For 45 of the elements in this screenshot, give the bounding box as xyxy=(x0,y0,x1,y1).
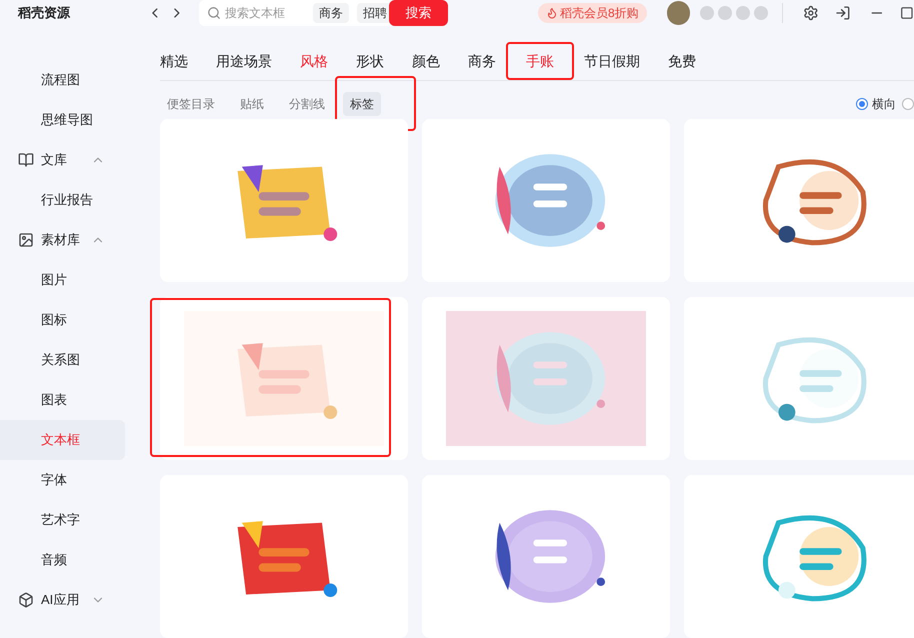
sidebar-item[interactable]: 关系图 xyxy=(0,340,125,380)
template-card[interactable] xyxy=(684,119,914,282)
sidebar-item[interactable]: 流程图 xyxy=(0,60,125,100)
sidebar-item[interactable]: 音频 xyxy=(0,540,125,580)
sidebar-item[interactable]: 图标 xyxy=(0,300,125,340)
settings-icon[interactable] xyxy=(803,5,819,21)
sidebar-item[interactable]: 图片 xyxy=(0,260,125,300)
sidebar-group[interactable]: AI应用 xyxy=(0,580,125,620)
category-tab[interactable]: 风格 xyxy=(286,42,342,80)
sidebar-item[interactable]: 字体 xyxy=(0,460,125,500)
search-field[interactable]: 搜索文本框 xyxy=(224,4,305,22)
category-tab[interactable]: 用途场景 xyxy=(202,42,286,80)
flame-icon xyxy=(546,7,558,19)
category-tab[interactable]: 免费 xyxy=(654,42,710,80)
template-card[interactable] xyxy=(160,119,408,282)
category-tab[interactable]: 精选 xyxy=(158,42,202,80)
radio-button[interactable] xyxy=(902,98,914,110)
subcategory-tab[interactable]: 分割线 xyxy=(282,92,332,116)
search-icon xyxy=(206,6,221,20)
group-icon xyxy=(18,592,34,608)
sidebar-item[interactable]: 艺术字 xyxy=(0,500,125,540)
category-tab[interactable]: 手账 xyxy=(506,42,574,80)
sidebar-group[interactable]: 素材库 xyxy=(0,220,125,260)
subcategory-tab[interactable]: 贴纸 xyxy=(233,92,271,116)
radio-label: 横向 xyxy=(872,96,896,112)
group-icon xyxy=(18,152,34,168)
sidebar-item[interactable]: 思维导图 xyxy=(0,100,125,140)
template-card[interactable] xyxy=(684,475,914,638)
avatar[interactable] xyxy=(666,1,690,25)
subcategory-tab[interactable]: 便签目录 xyxy=(160,92,222,116)
category-tab[interactable]: 颜色 xyxy=(398,42,454,80)
radio-button[interactable] xyxy=(856,98,868,110)
category-tab[interactable]: 形状 xyxy=(342,42,398,80)
search-button[interactable]: 搜索 xyxy=(389,0,448,26)
sign-in-icon[interactable] xyxy=(834,5,851,21)
subcategory-tab[interactable]: 标签 xyxy=(343,92,381,116)
app-title: 稻壳资源 xyxy=(16,4,72,22)
template-card[interactable] xyxy=(160,475,408,638)
template-card[interactable] xyxy=(422,119,670,282)
maximize-icon[interactable] xyxy=(900,6,914,20)
sidebar-item[interactable]: 行业报告 xyxy=(0,180,125,220)
group-icon xyxy=(18,232,34,248)
sidebar-item[interactable]: 图表 xyxy=(0,380,125,420)
search-tag[interactable]: 商务 xyxy=(312,3,349,23)
sidebar-group[interactable]: 文库 xyxy=(0,140,125,180)
